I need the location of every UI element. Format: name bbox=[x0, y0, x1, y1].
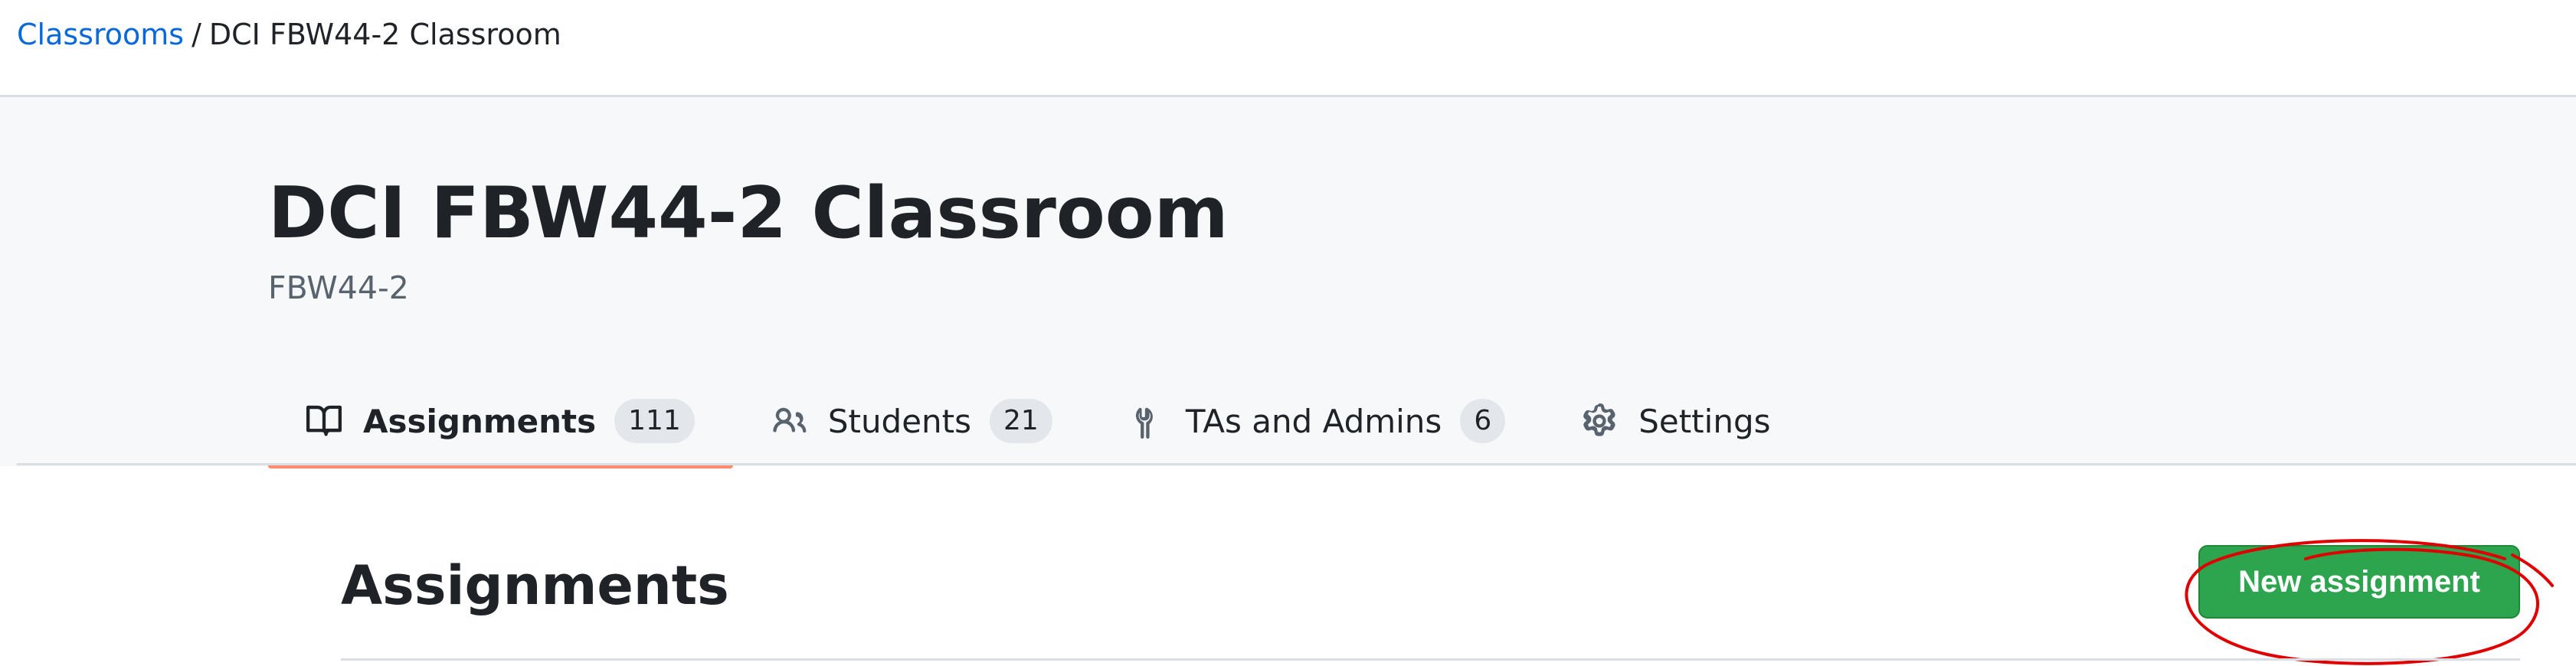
book-icon bbox=[306, 403, 342, 439]
new-assignment-button[interactable]: New assignment bbox=[2198, 545, 2520, 619]
tab-settings[interactable]: Settings bbox=[1543, 375, 1808, 467]
tab-students-count: 21 bbox=[990, 399, 1052, 443]
tab-students[interactable]: Students 21 bbox=[733, 375, 1091, 467]
breadcrumb: Classrooms / DCI FBW44-2 Classroom bbox=[17, 15, 561, 54]
classroom-subtitle: FBW44-2 bbox=[268, 269, 409, 306]
tab-assignments[interactable]: Assignments 111 bbox=[268, 375, 733, 468]
breadcrumb-current: DCI FBW44-2 Classroom bbox=[208, 18, 561, 51]
tab-settings-label: Settings bbox=[1638, 402, 1771, 440]
tab-tas-and-admins-count: 6 bbox=[1460, 399, 1506, 443]
tab-tas-and-admins-label: TAs and Admins bbox=[1185, 402, 1442, 440]
tabs-divider bbox=[17, 463, 2576, 465]
section-divider bbox=[341, 658, 2520, 661]
assignments-heading: Assignments bbox=[341, 554, 729, 617]
gear-icon bbox=[1582, 403, 1617, 439]
breadcrumb-separator: / bbox=[191, 18, 201, 51]
tab-assignments-label: Assignments bbox=[363, 402, 597, 440]
tab-assignments-count: 111 bbox=[614, 399, 695, 443]
people-icon bbox=[771, 403, 807, 439]
page-title: DCI FBW44-2 Classroom bbox=[268, 171, 1229, 254]
breadcrumb-classrooms-link[interactable]: Classrooms bbox=[17, 18, 184, 51]
tab-tas-and-admins[interactable]: TAs and Admins 6 bbox=[1091, 375, 1543, 467]
classroom-tabs: Assignments 111 Students 21 TAs and Admi… bbox=[268, 375, 1808, 468]
tools-icon bbox=[1129, 403, 1164, 439]
tab-students-label: Students bbox=[827, 402, 972, 440]
